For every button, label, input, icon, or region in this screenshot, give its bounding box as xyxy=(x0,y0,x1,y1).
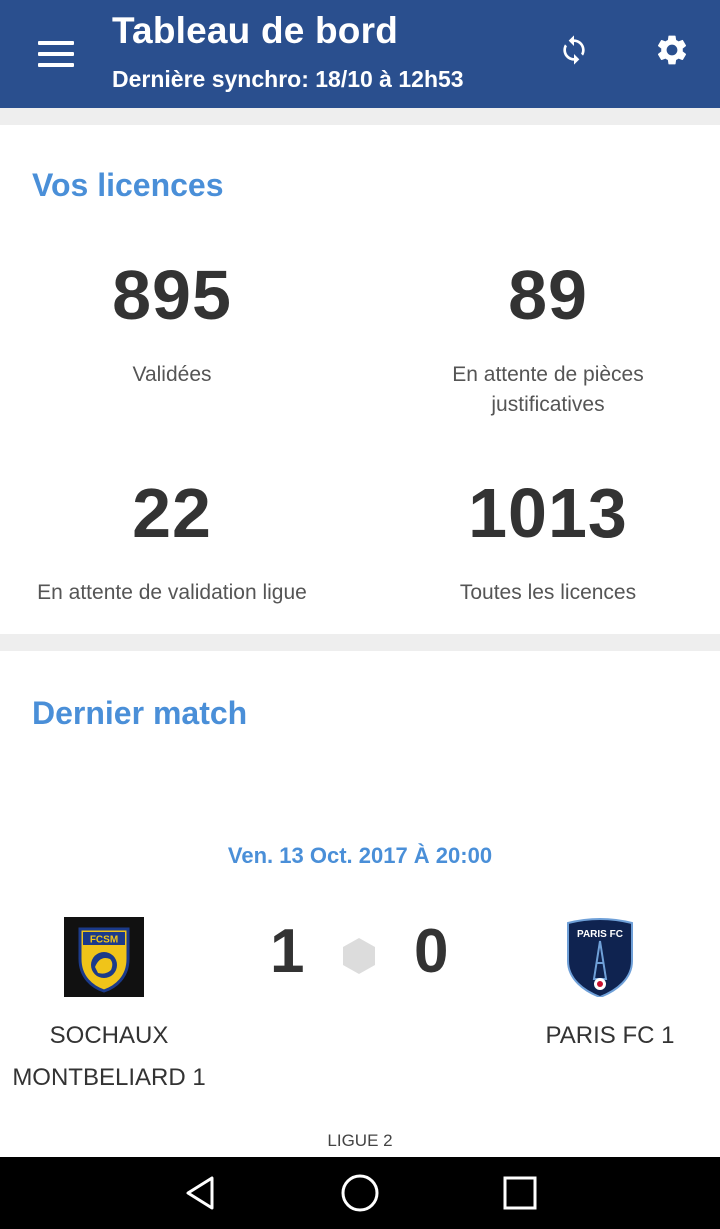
hamburger-menu-icon[interactable] xyxy=(20,24,92,84)
stat-value: 1013 xyxy=(468,474,628,552)
last-match-section-title: Dernier match xyxy=(32,695,248,731)
home-score: 1 xyxy=(270,917,305,986)
licences-section-title: Vos licences xyxy=(32,167,224,203)
separator-hexagon-icon xyxy=(340,936,378,981)
last-match-card[interactable]: Dernier match Ven. 13 Oct. 2017 À 20:00 … xyxy=(0,651,720,1157)
away-score: 0 xyxy=(414,917,449,986)
stat-label: En attente de validation ligue xyxy=(37,581,307,604)
home-team-name: SOCHAUX MONTBELIARD 1 xyxy=(12,1022,206,1091)
stat-value: 895 xyxy=(112,256,232,334)
back-icon[interactable] xyxy=(170,1169,230,1217)
stat-value: 22 xyxy=(132,474,212,552)
stat-value: 89 xyxy=(508,256,588,334)
home-icon[interactable] xyxy=(330,1169,390,1217)
home-team-logo: FCSM xyxy=(64,917,144,997)
stat-label: Validées xyxy=(132,363,212,386)
system-navigation-bar xyxy=(0,1157,720,1229)
stat-pending-league-validation[interactable]: 22 En attente de validation ligue xyxy=(0,478,352,608)
gear-icon[interactable] xyxy=(646,24,698,76)
page-title: Tableau de bord xyxy=(112,10,399,51)
sync-icon[interactable] xyxy=(548,24,600,76)
match-date: Ven. 13 Oct. 2017 À 20:00 xyxy=(227,843,493,868)
stat-validated[interactable]: 895 Validées xyxy=(0,260,352,390)
stat-pending-documents[interactable]: 89 En attente de pièces justificatives xyxy=(368,260,720,420)
app-bar: Tableau de bord Dernière synchro: 18/10 … xyxy=(0,0,720,108)
away-logo-text: PARIS FC xyxy=(577,929,623,940)
licences-card: Vos licences 895 Validées 89 En attente … xyxy=(0,125,720,634)
stat-label: En attente de pièces justificatives xyxy=(452,363,644,416)
recent-apps-icon[interactable] xyxy=(490,1169,550,1217)
home-logo-text: FCSM xyxy=(90,935,118,946)
away-team-logo: PARIS FC xyxy=(560,917,640,999)
stat-all-licences[interactable]: 1013 Toutes les licences xyxy=(368,478,720,608)
away-team-name: PARIS FC 1 xyxy=(545,1022,675,1049)
last-sync-text: Dernière synchro: 18/10 à 12h53 xyxy=(112,66,464,92)
stat-label: Toutes les licences xyxy=(459,581,637,604)
league-label: LIGUE 2 xyxy=(327,1131,393,1150)
